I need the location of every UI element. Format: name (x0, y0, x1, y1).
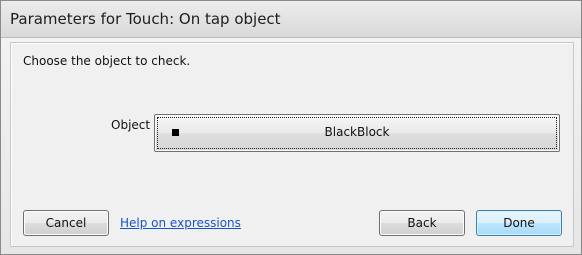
instruction-text: Choose the object to check. (23, 54, 191, 68)
object-label: Object (111, 118, 151, 132)
dialog-window: Parameters for Touch: On tap object Choo… (0, 0, 582, 255)
help-on-expressions-link[interactable]: Help on expressions (120, 216, 241, 230)
window-title: Parameters for Touch: On tap object (10, 10, 281, 28)
content-panel: Choose the object to check. Object Black… (10, 42, 574, 247)
object-picker-button[interactable]: BlackBlock (154, 114, 560, 152)
cancel-button[interactable]: Cancel (23, 210, 109, 236)
title-bar[interactable]: Parameters for Touch: On tap object (1, 1, 581, 38)
done-button[interactable]: Done (476, 210, 562, 236)
object-value: BlackBlock (324, 125, 390, 139)
back-button[interactable]: Back (379, 210, 465, 236)
